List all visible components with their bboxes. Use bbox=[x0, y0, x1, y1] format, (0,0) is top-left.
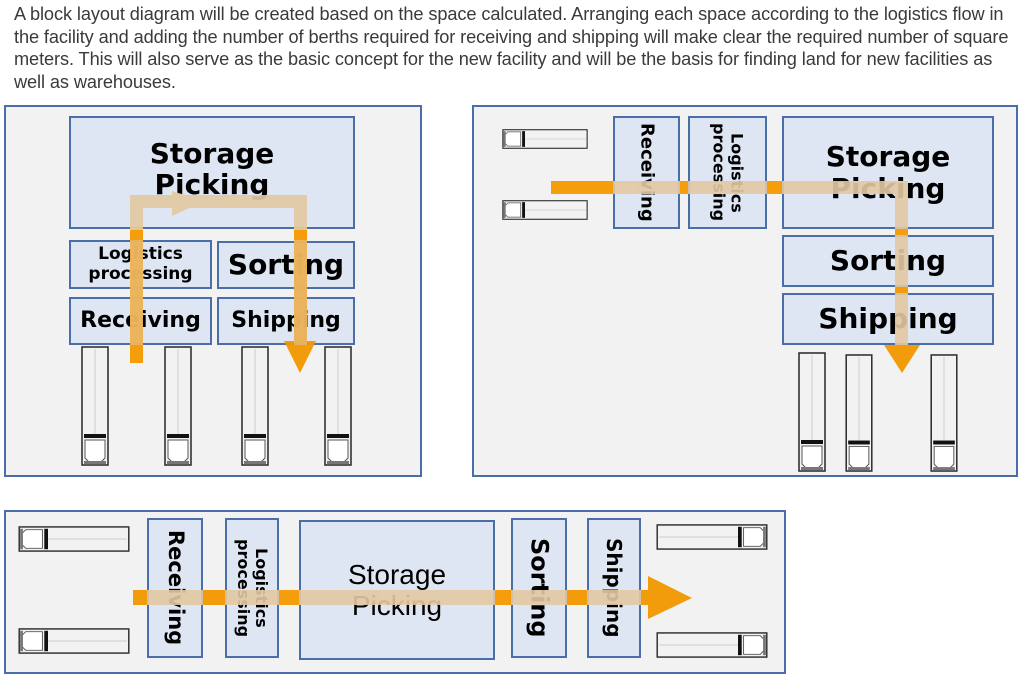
truck-icon bbox=[324, 346, 352, 466]
truck-icon bbox=[652, 632, 772, 658]
zone-label: Receiving bbox=[80, 307, 201, 333]
zone-shipping: Shipping bbox=[782, 293, 994, 345]
zone-label: Sorting bbox=[227, 248, 345, 282]
zone-sorting: Sorting bbox=[782, 235, 994, 287]
zone-sorting: Sorting bbox=[217, 241, 355, 289]
truck-icon bbox=[81, 346, 109, 466]
truck-icon bbox=[485, 129, 605, 149]
zone-sorting: Sorting bbox=[511, 518, 567, 658]
truck-icon bbox=[652, 524, 772, 550]
zone-label: Shipping bbox=[602, 538, 627, 638]
zone-storage-picking: Storage Picking bbox=[69, 116, 355, 229]
zone-logistics-processing: Logistics processing bbox=[688, 116, 767, 229]
zone-label: Sorting bbox=[829, 244, 947, 278]
zone-logistics-processing: Logistics processing bbox=[69, 240, 212, 289]
zone-shipping: Shipping bbox=[587, 518, 641, 658]
zone-receiving: Receiving bbox=[613, 116, 680, 229]
zone-label: Logistics processing bbox=[88, 244, 193, 284]
zone-label: Shipping bbox=[818, 302, 958, 336]
zone-label: Sorting bbox=[525, 538, 554, 638]
truck-icon bbox=[845, 354, 873, 472]
zone-storage-picking: Storage Picking bbox=[782, 116, 994, 229]
truck-icon bbox=[14, 526, 134, 552]
truck-icon bbox=[485, 200, 605, 220]
truck-icon bbox=[798, 352, 826, 472]
zone-label: Storage Picking bbox=[825, 140, 951, 205]
zone-receiving: Receiving bbox=[147, 518, 203, 658]
zone-label: Receiving bbox=[163, 530, 188, 646]
zone-shipping: Shipping bbox=[217, 297, 355, 345]
zone-label: Logistics processing bbox=[234, 538, 271, 638]
truck-icon bbox=[164, 346, 192, 466]
intro-paragraph: A block layout diagram will be created b… bbox=[14, 4, 1009, 92]
zone-label: Storage Picking bbox=[149, 137, 275, 202]
zone-storage-picking: Storage Picking bbox=[299, 520, 495, 660]
zone-label: Receiving bbox=[636, 123, 658, 222]
zone-logistics-processing: Logistics processing bbox=[225, 518, 279, 658]
zone-label: Shipping bbox=[231, 307, 341, 333]
zone-receiving: Receiving bbox=[69, 297, 212, 345]
truck-icon bbox=[930, 354, 958, 472]
zone-label: Storage Picking bbox=[347, 558, 447, 621]
zone-label: Logistics processing bbox=[709, 123, 747, 222]
truck-icon bbox=[14, 628, 134, 654]
truck-icon bbox=[241, 346, 269, 466]
